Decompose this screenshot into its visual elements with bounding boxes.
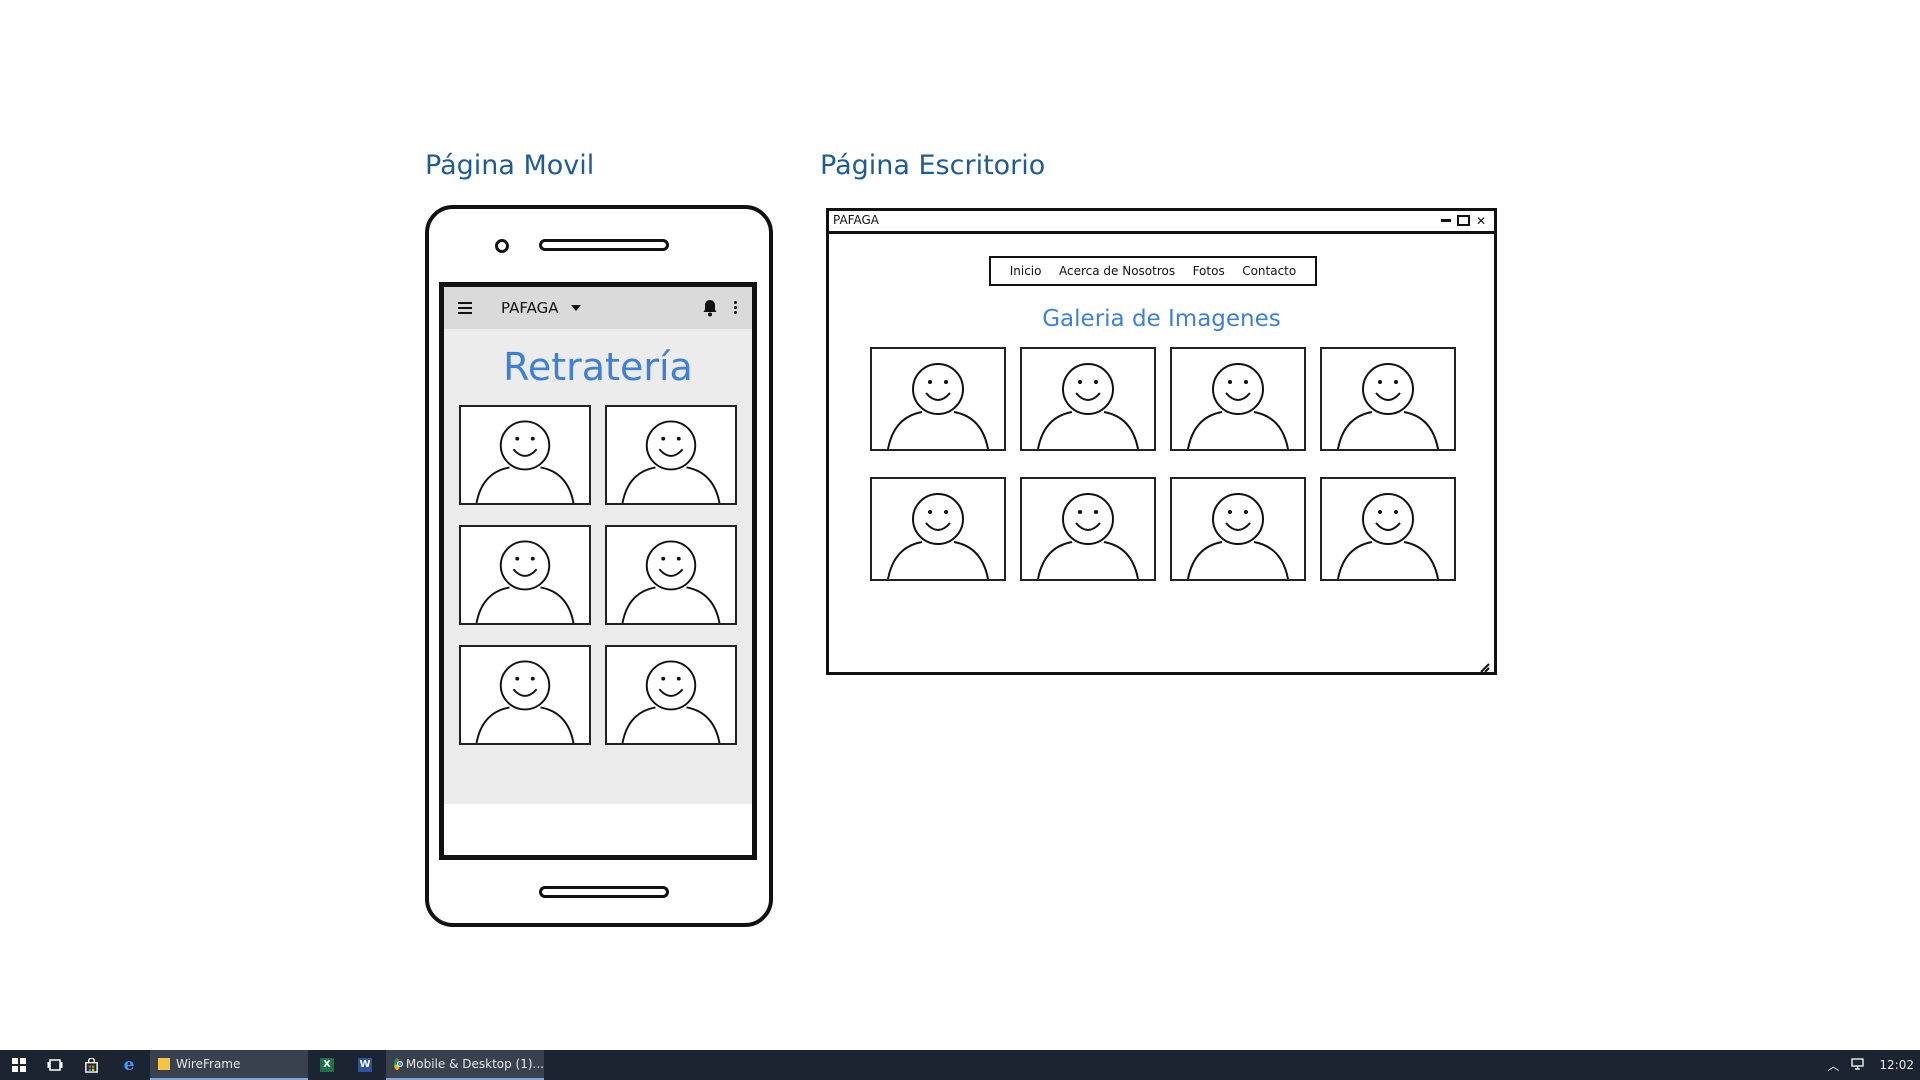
chevron-up-icon[interactable]: ︿: [1827, 1057, 1839, 1074]
store-icon[interactable]: [72, 1050, 110, 1080]
window-controls: ✕: [1441, 213, 1488, 228]
task-view-icon[interactable]: [36, 1050, 74, 1080]
page-heading: Retratería: [503, 345, 693, 389]
photo-placeholder[interactable]: [1170, 347, 1306, 451]
gallery-heading: Galeria de Imagenes: [1042, 306, 1281, 332]
phone-speaker: [539, 239, 669, 251]
desktop-section-title: Página Escritorio: [820, 150, 1046, 181]
phone-content: PAFAGA Retratería: [444, 287, 752, 804]
window-titlebar: PAFAGA ✕: [829, 211, 1494, 234]
nav-inicio[interactable]: Inicio: [1010, 264, 1042, 278]
taskbar-chrome[interactable]: Mobile & Desktop (1)...: [386, 1050, 544, 1080]
word-icon[interactable]: W: [346, 1050, 384, 1080]
taskbar: e WireFrame X W Mobile & Desktop (1)... …: [0, 1050, 1920, 1080]
photo-placeholder[interactable]: [459, 645, 591, 745]
close-icon[interactable]: ✕: [1476, 214, 1488, 228]
photo-placeholder[interactable]: [1320, 477, 1456, 581]
taskbar-item-label: WireFrame: [176, 1057, 241, 1071]
photo-placeholder[interactable]: [459, 405, 591, 505]
photo-placeholder[interactable]: [459, 525, 591, 625]
chrome-icon: [394, 1058, 403, 1070]
mobile-section-title: Página Movil: [425, 150, 595, 181]
photo-placeholder[interactable]: [1170, 477, 1306, 581]
minimize-icon[interactable]: [1441, 219, 1452, 222]
nav-fotos[interactable]: Fotos: [1193, 264, 1225, 278]
phone-camera: [495, 239, 509, 253]
browser-window: PAFAGA ✕ Inicio Acerca de Nosotros Fotos…: [826, 208, 1497, 675]
phone-screen: PAFAGA Retratería: [439, 282, 757, 860]
more-vert-icon[interactable]: [734, 301, 737, 317]
bell-icon[interactable]: [702, 299, 718, 317]
folder-icon: [158, 1058, 170, 1070]
network-icon[interactable]: [1851, 1057, 1867, 1073]
nav-acerca[interactable]: Acerca de Nosotros: [1059, 264, 1175, 278]
excel-icon[interactable]: X: [308, 1050, 346, 1080]
dropdown-arrow-icon[interactable]: [571, 305, 581, 311]
taskbar-wireframe[interactable]: WireFrame: [150, 1050, 308, 1080]
photo-placeholder[interactable]: [1020, 477, 1156, 581]
photo-placeholder[interactable]: [1320, 347, 1456, 451]
photo-placeholder[interactable]: [605, 645, 737, 745]
photo-placeholder[interactable]: [605, 405, 737, 505]
window-title: PAFAGA: [833, 213, 879, 227]
nav-bar: Inicio Acerca de Nosotros Fotos Contacto: [989, 256, 1317, 286]
resize-handle-icon[interactable]: [1480, 658, 1490, 673]
system-tray: ︿ 12:02: [1815, 1050, 1914, 1080]
photo-placeholder[interactable]: [605, 525, 737, 625]
nav-contacto[interactable]: Contacto: [1242, 264, 1296, 278]
hamburger-icon[interactable]: [458, 302, 472, 314]
taskbar-item-label: Mobile & Desktop (1)...: [405, 1057, 544, 1071]
photo-placeholder[interactable]: [870, 347, 1006, 451]
maximize-icon[interactable]: [1457, 215, 1471, 226]
start-icon[interactable]: [0, 1050, 38, 1080]
photo-placeholder[interactable]: [870, 477, 1006, 581]
photo-placeholder[interactable]: [1020, 347, 1156, 451]
phone-mockup: PAFAGA Retratería: [425, 205, 773, 927]
phone-home-button: [539, 886, 669, 898]
app-bar: PAFAGA: [444, 287, 752, 329]
edge-icon[interactable]: e: [110, 1050, 148, 1080]
app-title[interactable]: PAFAGA: [501, 299, 558, 317]
clock[interactable]: 12:02: [1879, 1058, 1914, 1072]
